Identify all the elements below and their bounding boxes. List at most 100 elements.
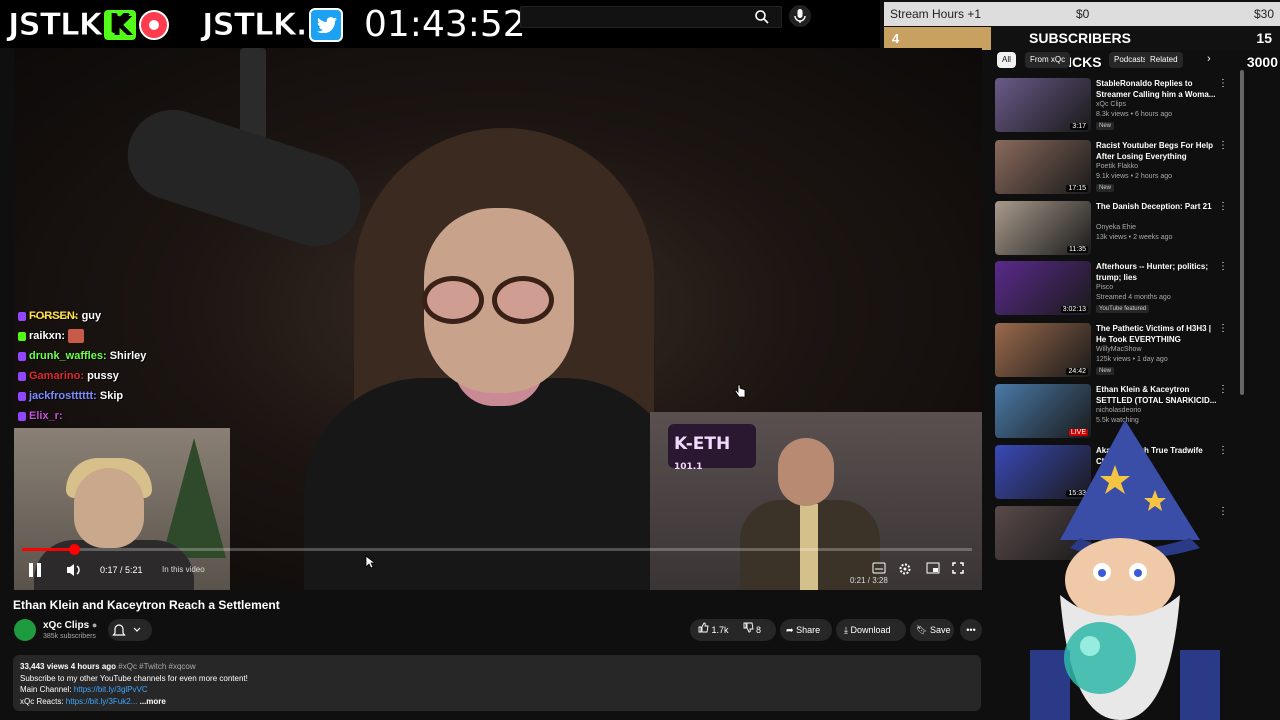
more-actions-button[interactable]: ••• — [960, 619, 982, 641]
more-vertical-icon[interactable]: ⋮ — [1218, 201, 1228, 212]
stream-hours-goal: Stream Hours +1 $0 $30 — [884, 2, 1280, 26]
emote-icon — [68, 329, 85, 344]
more-vertical-icon[interactable]: ⋮ — [1218, 261, 1228, 272]
notification-bell-button[interactable] — [108, 619, 152, 641]
recommended-video[interactable]: 11:35 The Danish Deception: Part 21 Onyeka… — [995, 201, 1235, 257]
streamer-face — [74, 468, 144, 548]
chat-message: Gamarino: pussy — [18, 366, 258, 386]
settings-gear-icon[interactable] — [898, 562, 912, 578]
chat-text: pussy — [87, 370, 119, 382]
video-stats: 8.3k views • 6 hours ago — [1096, 111, 1172, 118]
sub-badge-icon — [18, 371, 26, 381]
chip-all[interactable]: All — [997, 52, 1016, 68]
link-label: Main Channel: — [20, 685, 74, 694]
download-button[interactable]: ⤓ Download — [836, 619, 906, 641]
subscribers-label: SUBSCRIBERS — [1029, 30, 1131, 46]
progress-scrubber[interactable] — [69, 544, 81, 555]
subscribers-progress-fill — [884, 27, 991, 50]
video-stats: 13k views • 2 weeks ago — [1096, 234, 1173, 241]
station-sign: K-ETH 101.1 — [668, 424, 756, 472]
chat-username: jackfrostttttt: — [29, 390, 97, 402]
man-face — [778, 438, 834, 506]
main-channel-link[interactable]: https://bit.ly/3glPvVC — [74, 685, 148, 694]
video-stats: 125k views • 1 day ago — [1096, 356, 1168, 363]
video-duration: 3:17 — [1070, 123, 1088, 130]
video-badge: New — [1096, 367, 1115, 375]
video-title[interactable]: Racist Youtuber Begs For Help After Losi… — [1096, 140, 1222, 162]
video-thumbnail[interactable]: 11:35 — [995, 201, 1091, 255]
progress-bar[interactable] — [22, 544, 972, 555]
goal-end: $30 — [1253, 7, 1274, 21]
search-icon[interactable] — [748, 6, 776, 28]
video-channel[interactable]: xQc Clips — [1096, 101, 1126, 108]
reacts-channel-link[interactable]: https://bit.ly/3Fuk2... — [66, 697, 138, 706]
video-title[interactable]: The Danish Deception: Part 21 — [1096, 201, 1222, 212]
sidebar-scrollbar[interactable] — [1240, 70, 1244, 395]
chapter-label[interactable]: In this video — [162, 565, 205, 574]
chip-from-channel[interactable]: From xQc — [1025, 52, 1071, 68]
chat-message: Elix_r: — [18, 406, 258, 426]
video-thumbnail[interactable]: 3:02:13 — [995, 261, 1091, 315]
sub-badge-icon — [18, 311, 26, 321]
more-vertical-icon[interactable]: ⋮ — [1218, 140, 1228, 151]
video-channel[interactable]: WillyMacShow — [1096, 346, 1142, 353]
glasses-right-lens — [492, 276, 554, 324]
save-button[interactable]: 🔖︎ Save — [910, 619, 954, 641]
video-thumbnail[interactable]: 24:42 — [995, 323, 1091, 377]
video-thumbnail[interactable]: 17:15 — [995, 140, 1091, 194]
christmas-tree — [162, 438, 226, 558]
volume-icon[interactable] — [66, 562, 82, 580]
video-thumbnail[interactable]: 3:17 — [995, 78, 1091, 132]
video-channel[interactable]: Poetik Flakko — [1096, 163, 1138, 170]
video-title[interactable]: Afterhours -- Hunter; politics; trump; l… — [1096, 261, 1222, 283]
recommended-video[interactable]: 24:42 The Pathetic Victims of H3H3 | He T… — [995, 323, 1235, 379]
video-title[interactable]: StableRonaldo Replies to Streamer Callin… — [1096, 78, 1222, 100]
sub-badge-icon — [18, 411, 26, 421]
download-label: Download — [850, 625, 891, 635]
kick-badge-icon — [18, 331, 26, 341]
dislike-button[interactable]: 8 — [743, 619, 761, 641]
player-controls: 0:17 / 5:21 In this video 0:21 / 3:28 — [14, 544, 982, 590]
share-button[interactable]: ➦ Share — [780, 619, 832, 641]
hashtags[interactable]: #xQc #Twitch #xqcow — [118, 662, 195, 671]
chat-text: Skip — [99, 390, 124, 402]
video-title[interactable]: Ethan Klein & Kaceytron SETTLED (TOTAL S… — [1096, 384, 1222, 406]
recommended-video[interactable]: 3:17 StableRonaldo Replies to Streamer Ca… — [995, 78, 1235, 134]
video-channel[interactable]: Pisco — [1096, 284, 1113, 291]
video-title[interactable]: The Pathetic Victims of H3H3 | He Took E… — [1096, 323, 1222, 345]
goal-label: Stream Hours +1 — [890, 7, 982, 21]
chip-related[interactable]: Related — [1145, 52, 1183, 68]
channel-avatar[interactable] — [14, 619, 36, 641]
show-more-button[interactable]: ...more — [140, 697, 166, 706]
description-line: xQc Reacts: https://bit.ly/3Fuk2... ...m… — [20, 696, 974, 708]
video-duration: 11:35 — [1067, 246, 1088, 253]
chat-message: raikxn: — [18, 326, 258, 346]
more-vertical-icon[interactable]: ⋮ — [1218, 384, 1228, 395]
goal-start: $0 — [1076, 7, 1090, 21]
recommended-video[interactable]: 3:02:13 Afterhours -- Hunter; politics; t… — [995, 261, 1235, 317]
brand-logo-kick: JSTLK K — [8, 7, 169, 44]
recommended-video[interactable]: 17:15 Racist Youtuber Begs For Help After… — [995, 140, 1235, 196]
subtitles-icon[interactable] — [872, 562, 886, 576]
chat-username: F̵O̵R̵S̵E̵N̵: — [29, 310, 79, 322]
more-vertical-icon[interactable]: ⋮ — [1218, 323, 1228, 334]
video-duration: 17:15 — [1066, 185, 1088, 192]
more-vertical-icon[interactable]: ⋮ — [1218, 78, 1228, 89]
sub-badge-icon — [18, 351, 26, 361]
subscribers-goal: 4 SUBSCRIBERS 15 — [884, 27, 1280, 50]
microphone-icon[interactable] — [788, 4, 812, 28]
video-channel[interactable]: nicholasdeorio — [1096, 407, 1141, 414]
video-player[interactable]: F̵O̵R̵S̵E̵N̵: guy raikxn: drunk_waffles:… — [14, 48, 982, 590]
pause-icon[interactable] — [28, 562, 42, 580]
video-description[interactable]: 33,443 views 4 hours ago #xQc #Twitch #x… — [13, 655, 981, 711]
channel-name[interactable]: xQc Clips ● — [43, 620, 97, 631]
fullscreen-icon[interactable] — [952, 562, 964, 576]
search-input[interactable] — [520, 6, 782, 28]
video-channel[interactable]: Onyeka Ehie — [1096, 224, 1136, 231]
video-title: Ethan Klein and Kaceytron Reach a Settle… — [13, 598, 280, 612]
miniplayer-icon[interactable] — [926, 562, 940, 576]
like-button[interactable]: 1.7k — [698, 619, 729, 641]
record-icon — [138, 10, 169, 40]
more-horizontal-icon: ••• — [966, 625, 976, 635]
chevron-right-icon[interactable]: › — [1207, 53, 1211, 65]
